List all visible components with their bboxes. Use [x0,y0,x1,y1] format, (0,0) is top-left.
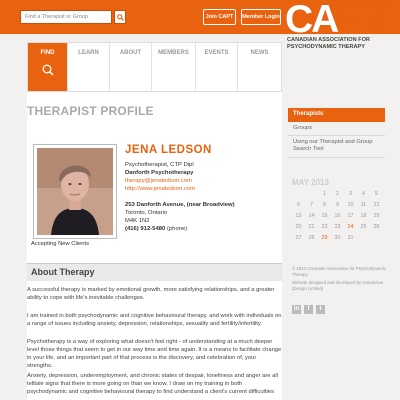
sidebar-item-search-tool[interactable]: Using our Therapist and Group Search Too… [288,139,385,153]
calendar-week: 13 14 15 16 17 18 19 [292,213,384,221]
accepting-clients-status: Accepting New Clients [31,241,89,247]
profile-photo [37,148,113,235]
about-paragraph: A successful therapy is marked by emotio… [27,287,275,301]
calendar-day[interactable]: 29 [318,235,331,241]
therapist-name: JENA LEDSON [125,144,212,156]
calendar-day: 15 [321,213,328,219]
calendar-day: 27 [295,235,302,241]
calendar-week: 20 21 22 23 24 25 26 [292,224,384,232]
calendar-day: 19 [373,213,380,219]
calendar-month: MAY 2013 [292,178,329,187]
calendar-day: 13 [295,213,302,219]
nav-find[interactable]: FIND [28,43,68,91]
calendar-day: 25 [360,224,367,230]
facebook-icon[interactable]: f [304,305,313,314]
calendar-day: 11 [360,202,367,208]
calendar-day: 7 [310,202,313,208]
calendar-day: 30 [334,235,341,241]
about-paragraph: I am trained in both psychodynamic and c… [27,313,282,327]
footer-credit: Website designed and developed by Grandv… [292,280,383,291]
calendar-week: 27 28 29 30 31 [292,235,384,243]
nav-events[interactable]: EVENTS [196,43,238,91]
calendar-day: 17 [347,213,354,219]
calendar-day: 9 [336,202,339,208]
calendar-day: 20 [295,224,302,230]
divider [288,157,385,158]
calendar-day: 28 [308,235,315,241]
sidebar-item-therapists[interactable]: Therapists [288,108,385,122]
calendar-day: 5 [375,191,378,197]
email-link[interactable]: therapy@jenaledson.com [125,178,192,186]
sidebar-item-groups[interactable]: Groups [288,125,385,132]
phone: (416) 912-5480 (phone) [125,226,188,232]
footer-copyright: © 2013 Canadian Association for Psychody… [292,266,386,277]
divider [288,135,385,136]
logo-organization-name: Canadian Association for Psychodynamic T… [287,37,370,50]
about-paragraph: Anxiety, depression, underemployment, an… [27,373,278,395]
city: Toronto, Ontario [125,210,168,216]
about-paragraph: Psychotherapy is a way of exploring what… [27,339,282,369]
linkedin-icon[interactable]: in [292,305,301,314]
nav-members[interactable]: MEMBERS [152,43,196,91]
about-section-header: About Therapy [27,263,282,281]
page-title: THERAPIST PROFILE [27,104,154,118]
nav-learn[interactable]: LEARN [68,43,110,91]
logo-mark: CAPT [285,0,385,41]
nav-news[interactable]: NEWS [238,43,281,91]
calendar-day: 3 [349,191,352,197]
nav-about[interactable]: ABOUT [110,43,152,91]
calendar-day: 14 [308,213,315,219]
social-links: in f t [292,297,328,315]
postal-code: M4K 1N2 [125,218,150,224]
calendar-day: 10 [347,202,354,208]
calendar-day: 6 [297,202,300,208]
website-link[interactable]: http://www.jenaledson.com [125,186,195,194]
calendar-day: 31 [347,235,354,241]
practice-name: Danforth Psychotherapy [125,170,194,176]
address-line: 253 Danforth Avenue, (near Broadview) [125,202,235,208]
calendar-day: 23 [334,224,341,230]
calendar-day: 22 [321,224,328,230]
calendar-day[interactable]: 24 [344,224,357,230]
twitter-icon[interactable]: t [316,305,325,314]
calendar-day: 4 [362,191,365,197]
calendar-day: 2 [336,191,339,197]
profile-photo-frame [33,144,117,239]
calendar-day: 16 [334,213,341,219]
main-content: THERAPIST PROFILE Accepting New Clients … [27,92,282,400]
calendar-day: 12 [373,202,380,208]
join-capt-button[interactable]: Join CAPT [203,9,236,25]
therapist-search-input[interactable]: Find a Therapist or Group [20,10,112,24]
about-title: About Therapy [31,267,95,277]
search-icon [117,14,124,21]
calendar-day: 18 [360,213,367,219]
credentials: Psychotherapist, CTP Dipl [125,162,194,168]
calendar-day: 1 [323,191,326,197]
calendar-week: 6 7 8 9 10 11 12 [292,202,384,210]
calendar-day: 8 [323,202,326,208]
calendar-day: 21 [308,224,315,230]
search-button[interactable] [114,10,126,24]
calendar-day: 26 [373,224,380,230]
calendar-week: 1 2 3 4 5 [292,191,384,199]
main-nav: FIND LEARN ABOUT MEMBERS EVENTS NEWS [27,42,282,92]
member-login-button[interactable]: Member Login [241,9,281,25]
capt-logo[interactable]: CAPT Canadian Association for Psychodyna… [285,0,400,96]
search-icon [42,64,54,76]
